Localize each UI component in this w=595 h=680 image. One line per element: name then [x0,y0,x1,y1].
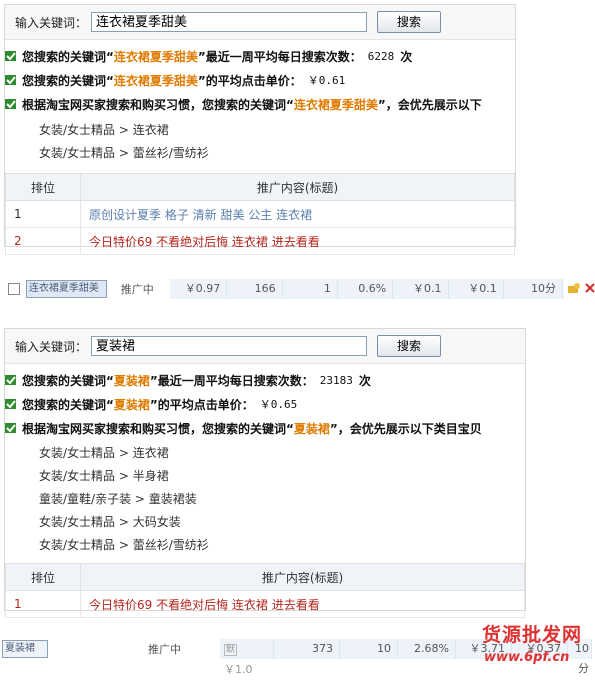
search-button[interactable]: 搜索 [377,335,442,357]
stat-daily-searches: 您搜索的关键词“ 连衣裙夏季甜美 ”最近一周平均每日搜索次数： 6228 次 [5,44,515,68]
row-checkbox[interactable] [8,283,20,295]
bid-price[interactable]: ￥0.97 [170,279,228,299]
column-header-content: 推广内容(标题) [80,173,515,201]
search-bar: 输入关键词： 连衣裙夏季甜美 搜索 [5,5,515,40]
stat-daily-searches: 您搜索的关键词“ 夏装裙 ”最近一周平均每日搜索次数： 23183 次 [5,368,525,392]
clicks: 10 [340,639,398,659]
daily-search-count: 23183 [319,373,353,387]
keyword-highlight: 连衣裙夏季甜美 [113,73,198,88]
clicks: 1 [282,279,338,299]
stat-avg-cpc: 您搜索的关键词“ 夏装裙 ”的平均点击单价： ￥0.65 [5,392,525,416]
keyword-highlight: 夏装裙 [293,421,330,436]
category-item: 女装/女士精品 > 蕾丝衫/雪纺衫 [39,146,209,160]
table-row: 1 今日特价69 不看绝对后悔 连衣裙 进去看看 [5,590,525,618]
category-item: 女装/女士精品 > 半身裙 [39,469,169,483]
stat-avg-cpc: 您搜索的关键词“ 连衣裙夏季甜美 ”的平均点击单价： ￥0.61 [5,68,515,92]
category-item: 童装/童鞋/亲子装 > 童装裙装 [39,492,197,506]
column-header-content: 推广内容(标题) [80,563,525,591]
column-header-rank: 排位 [5,563,81,591]
check-icon [5,398,17,410]
impressions: 373 [274,639,340,659]
status-text: 推广中 [148,643,181,656]
keyword-highlight: 连衣裙夏季甜美 [293,97,378,112]
check-icon [5,74,17,86]
keyword-row-1: 连衣裙夏季甜美 推广中 ￥0.97 166 1 0.6% ￥0.1 ￥0.1 1… [0,278,595,300]
category-list: 女装/女士精品 > 连衣裙 女装/女士精品 > 蕾丝衫/雪纺衫 [5,119,515,165]
category-item: 女装/女士精品 > 蕾丝衫/雪纺衫 [39,538,209,552]
avg-cost: ￥0.1 [393,279,449,299]
rank-cell: 1 [5,200,81,228]
table-row: 2 今日特价69 不看绝对后悔 连衣裙 进去看看 [5,227,515,255]
check-icon [5,422,17,434]
check-icon [5,50,17,62]
impressions: 166 [227,279,283,299]
results-table: 排位 推广内容(标题) 1 原创设计夏季 格子 清新 甜美 公主 连衣裙 2 今… [5,173,515,255]
keyword-box[interactable]: 夏装裙 [2,640,48,658]
search-input[interactable]: 夏装裙 [91,336,368,356]
check-icon [5,98,17,110]
category-list: 女装/女士精品 > 连衣裙 女装/女士精品 > 半身裙 童装/童鞋/亲子装 > … [5,442,525,557]
results-table: 排位 推广内容(标题) 1 今日特价69 不看绝对后悔 连衣裙 进去看看 [5,563,525,618]
keyword-panel-2: 输入关键词： 夏装裙 搜索 您搜索的关键词“ 夏装裙 ”最近一周平均每日搜索次数： … [4,328,526,618]
watermark-url: www.6pf.cn [484,650,570,665]
watermark-logo: 货源批发网 [482,624,583,646]
ad-title-link[interactable]: 今日特价69 不看绝对后悔 连衣裙 进去看看 [80,227,515,255]
search-input[interactable]: 连衣裙夏季甜美 [91,12,368,32]
delete-icon[interactable] [585,282,595,296]
daily-search-count: 6228 [367,49,395,63]
stat-category-note: 根据淘宝网买家搜索和购买习惯，您搜索的关键词“ 连衣裙夏季甜美 ”，会优先展示以下 [5,92,515,116]
search-label: 输入关键词： [15,339,88,354]
avg-cpc-value: ￥0.61 [307,74,346,87]
column-header-rank: 排位 [5,173,81,201]
bid-price[interactable]: 默 ￥1.0 [220,639,274,676]
keyword-highlight: 夏装裙 [113,397,150,412]
search-label: 输入关键词： [15,15,88,30]
ctr: 0.6% [337,279,394,299]
category-item: 女装/女士精品 > 大码女装 [39,515,181,529]
keyword-panel-1: 输入关键词： 连衣裙夏季甜美 搜索 您搜索的关键词“ 连衣裙夏季甜美 ”最近一周平均… [4,4,516,255]
search-button[interactable]: 搜索 [377,11,442,33]
category-item: 女装/女士精品 > 连衣裙 [39,123,169,137]
default-tag: 默 [224,644,238,656]
table-row: 1 原创设计夏季 格子 清新 甜美 公主 连衣裙 [5,200,515,228]
avg-cpc-value: ￥0.65 [259,398,298,411]
ctr: 2.68% [398,639,456,659]
keyword-highlight: 连衣裙夏季甜美 [113,49,198,64]
status-text: 推广中 [120,283,154,296]
keyword-box[interactable]: 连衣裙夏季甜美 [25,280,107,298]
rank-cell: 2 [5,227,81,255]
total-cost: ￥0.1 [448,279,504,299]
search-bar: 输入关键词： 夏装裙 搜索 [5,329,525,364]
ad-title-link[interactable]: 原创设计夏季 格子 清新 甜美 公主 连衣裙 [80,200,515,228]
edit-icon[interactable] [567,282,581,297]
ad-title-link[interactable]: 今日特价69 不看绝对后悔 连衣裙 进去看看 [80,590,525,618]
category-item: 女装/女士精品 > 连衣裙 [39,446,169,460]
stat-category-note: 根据淘宝网买家搜索和购买习惯，您搜索的关键词“ 夏装裙 ”，会优先展示以下类目宝贝 [5,416,525,440]
check-icon [5,374,17,386]
keyword-highlight: 夏装裙 [113,373,150,388]
rank-cell: 1 [5,590,81,618]
quality-score: 10分 [503,279,564,299]
